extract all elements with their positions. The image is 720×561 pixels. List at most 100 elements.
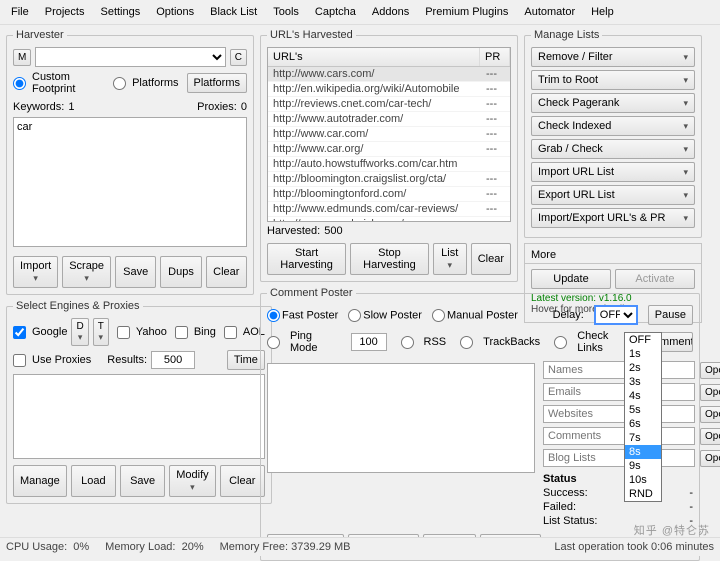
- menu-automator[interactable]: Automator: [517, 3, 582, 21]
- import-button[interactable]: Import: [13, 256, 58, 288]
- table-row[interactable]: http://www.car.org/---: [268, 142, 510, 157]
- delay-option-4s[interactable]: 4s: [625, 389, 661, 403]
- results-input[interactable]: [151, 351, 195, 369]
- ping-mode-radio[interactable]: [267, 336, 280, 349]
- manage-list-export-url-list[interactable]: Export URL List▾: [531, 185, 695, 205]
- table-row[interactable]: http://reviews.cnet.com/car-tech/---: [268, 97, 510, 112]
- manage-list-trim-to-root[interactable]: Trim to Root▾: [531, 70, 695, 90]
- delay-option-7s[interactable]: 7s: [625, 431, 661, 445]
- delay-option-1s[interactable]: 1s: [625, 347, 661, 361]
- m-button[interactable]: M: [13, 49, 31, 66]
- rss-radio[interactable]: [401, 336, 414, 349]
- proxies-area[interactable]: [13, 374, 265, 459]
- pr-col-header[interactable]: PR: [480, 48, 510, 66]
- delay-option-3s[interactable]: 3s: [625, 375, 661, 389]
- manage-button[interactable]: Manage: [13, 465, 67, 497]
- menu-premium-plugins[interactable]: Premium Plugins: [418, 3, 515, 21]
- modify-button[interactable]: Modify: [169, 465, 215, 497]
- fast-poster-radio[interactable]: [267, 309, 280, 322]
- pause-button[interactable]: Pause: [648, 305, 693, 325]
- menu-options[interactable]: Options: [149, 3, 201, 21]
- menu-settings[interactable]: Settings: [93, 3, 147, 21]
- ping-value-input[interactable]: [351, 333, 387, 351]
- menu-projects[interactable]: Projects: [38, 3, 92, 21]
- table-row[interactable]: http://www.car.com/---: [268, 127, 510, 142]
- table-row[interactable]: http://www.cars.com/---: [268, 67, 510, 82]
- menu-file[interactable]: File: [4, 3, 36, 21]
- menu-captcha[interactable]: Captcha: [308, 3, 363, 21]
- blog lists-input[interactable]: [543, 449, 695, 467]
- dups-button[interactable]: Dups: [160, 256, 201, 288]
- table-row[interactable]: http://www.currybuick.com/---: [268, 217, 510, 221]
- custom-footprint-radio[interactable]: [13, 77, 26, 90]
- emails-input[interactable]: [543, 383, 695, 401]
- delay-option-10s[interactable]: 10s: [625, 473, 661, 487]
- table-row[interactable]: http://bloomingtonford.com/---: [268, 187, 510, 202]
- delay-option-off[interactable]: OFF: [625, 333, 661, 347]
- websites-input[interactable]: [543, 405, 695, 423]
- check-links-radio[interactable]: [554, 336, 567, 349]
- load-button[interactable]: Load: [71, 465, 116, 497]
- url-col-header[interactable]: URL's: [268, 48, 480, 66]
- trackbacks-radio[interactable]: [460, 336, 473, 349]
- footprint-select[interactable]: [35, 47, 225, 67]
- names-input[interactable]: [543, 361, 695, 379]
- manage-list-check-pagerank[interactable]: Check Pagerank▾: [531, 93, 695, 113]
- delay-option-6s[interactable]: 6s: [625, 417, 661, 431]
- google-check[interactable]: [13, 326, 26, 339]
- open-blog lists-button[interactable]: Open: [700, 450, 720, 467]
- clear-urls-button[interactable]: Clear: [471, 243, 511, 275]
- open-names-button[interactable]: Open: [700, 362, 720, 379]
- save-proxies-button[interactable]: Save: [120, 465, 165, 497]
- delay-option-5s[interactable]: 5s: [625, 403, 661, 417]
- open-emails-button[interactable]: Open: [700, 384, 720, 401]
- poster-textarea[interactable]: [267, 363, 535, 473]
- stop-harvesting-button[interactable]: Stop Harvesting: [350, 243, 429, 275]
- table-row[interactable]: http://www.edmunds.com/car-reviews/---: [268, 202, 510, 217]
- slow-poster-radio[interactable]: [348, 309, 361, 322]
- manage-list-remove-filter[interactable]: Remove / Filter▾: [531, 47, 695, 67]
- save-keywords-button[interactable]: Save: [115, 256, 156, 288]
- manage-list-grab-check[interactable]: Grab / Check▾: [531, 139, 695, 159]
- manage-list-check-indexed[interactable]: Check Indexed▾: [531, 116, 695, 136]
- update-button[interactable]: Update: [531, 269, 611, 289]
- menu-addons[interactable]: Addons: [365, 3, 416, 21]
- platforms-radio[interactable]: [113, 77, 126, 90]
- menu-tools[interactable]: Tools: [266, 3, 306, 21]
- delay-dropdown-popup[interactable]: OFF1s2s3s4s5s6s7s8s9s10sRND: [624, 332, 662, 502]
- platforms-button[interactable]: Platforms: [187, 73, 247, 93]
- google-t-button[interactable]: T: [93, 318, 109, 346]
- url-table[interactable]: URL's PR http://www.cars.com/---http://e…: [267, 47, 511, 222]
- table-row[interactable]: http://bloomington.craigslist.org/cta/--…: [268, 172, 510, 187]
- manage-list-import-url-list[interactable]: Import URL List▾: [531, 162, 695, 182]
- delay-option-2s[interactable]: 2s: [625, 361, 661, 375]
- open-comments-button[interactable]: Open: [700, 428, 720, 445]
- comments-input[interactable]: [543, 427, 695, 445]
- activate-button[interactable]: Activate: [615, 269, 695, 289]
- aol-check[interactable]: [224, 326, 237, 339]
- manual-poster-radio[interactable]: [432, 309, 445, 322]
- table-row[interactable]: http://en.wikipedia.org/wiki/Automobile-…: [268, 82, 510, 97]
- clear-keywords-button[interactable]: Clear: [206, 256, 247, 288]
- yahoo-check[interactable]: [117, 326, 130, 339]
- open-websites-button[interactable]: Open: [700, 406, 720, 423]
- delay-option-9s[interactable]: 9s: [625, 459, 661, 473]
- delay-option-8s[interactable]: 8s: [625, 445, 661, 459]
- table-row[interactable]: http://www.autotrader.com/---: [268, 112, 510, 127]
- scrape-button[interactable]: Scrape: [62, 256, 111, 288]
- c-button[interactable]: C: [230, 49, 247, 66]
- use-proxies-check[interactable]: [13, 354, 26, 367]
- list-button[interactable]: List: [433, 243, 467, 275]
- manage-list-import-export-url-s-pr[interactable]: Import/Export URL's & PR▾: [531, 208, 695, 228]
- menu-black-list[interactable]: Black List: [203, 3, 264, 21]
- delay-option-rnd[interactable]: RND: [625, 487, 661, 501]
- clear-proxies-button[interactable]: Clear: [220, 465, 265, 497]
- keywords-textarea[interactable]: car: [13, 117, 247, 247]
- url-table-body[interactable]: http://www.cars.com/---http://en.wikiped…: [268, 67, 510, 221]
- google-d-button[interactable]: D: [71, 318, 88, 346]
- menu-help[interactable]: Help: [584, 3, 621, 21]
- start-harvesting-button[interactable]: Start Harvesting: [267, 243, 346, 275]
- table-row[interactable]: http://auto.howstuffworks.com/car.htm: [268, 157, 510, 172]
- delay-select[interactable]: OFF: [594, 305, 638, 325]
- bing-check[interactable]: [175, 326, 188, 339]
